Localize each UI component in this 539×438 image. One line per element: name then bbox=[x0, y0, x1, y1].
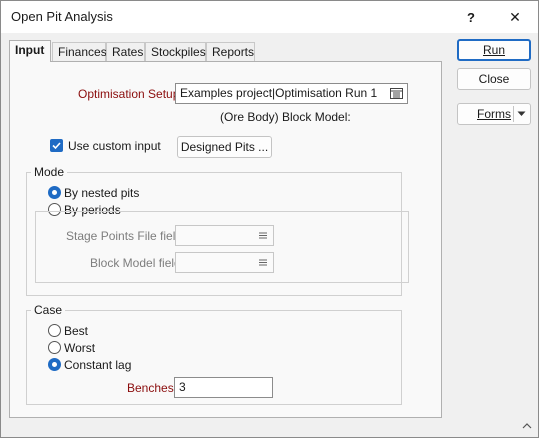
constant-lag-label: Constant lag bbox=[64, 358, 132, 372]
worst-label: Worst bbox=[64, 341, 96, 355]
case-group-title: Case bbox=[31, 303, 66, 317]
worst-radio[interactable] bbox=[48, 341, 61, 354]
window-title: Open Pit Analysis bbox=[11, 9, 113, 24]
input-tab-panel: Optimisation Setup Examples project|Opti… bbox=[9, 61, 442, 418]
tab-stockpiles[interactable]: Stockpiles bbox=[145, 42, 206, 61]
checkmark-icon bbox=[52, 142, 61, 150]
chevron-down-icon[interactable] bbox=[517, 111, 526, 117]
benches-label: Benches bbox=[127, 381, 174, 395]
help-icon: ? bbox=[467, 9, 475, 25]
by-nested-pits-label: By nested pits bbox=[64, 186, 140, 200]
case-group: Case Best Worst Constant lag Benches 3 bbox=[26, 303, 402, 405]
stage-points-label: Stage Points File field bbox=[66, 229, 183, 243]
title-bar: Open Pit Analysis ? ✕ bbox=[1, 1, 538, 33]
tab-input[interactable]: Input bbox=[9, 40, 51, 62]
mode-group-title: Mode bbox=[31, 165, 68, 179]
use-custom-input-label: Use custom input bbox=[68, 139, 161, 153]
stage-points-field[interactable] bbox=[175, 225, 274, 246]
use-custom-input-checkbox[interactable] bbox=[50, 139, 63, 152]
browse-list-icon[interactable] bbox=[390, 88, 403, 99]
optimisation-setup-field[interactable]: Examples project|Optimisation Run 1 bbox=[175, 83, 408, 104]
block-model-field-label: Block Model field bbox=[90, 256, 181, 270]
close-button[interactable]: Close bbox=[457, 68, 531, 90]
optimisation-setup-label: Optimisation Setup bbox=[78, 87, 180, 101]
best-label: Best bbox=[64, 324, 89, 338]
close-icon: ✕ bbox=[509, 8, 521, 25]
by-periods-subgroup: Stage Points File field Block Model fiel… bbox=[35, 211, 409, 283]
best-radio[interactable] bbox=[48, 324, 61, 337]
tab-finances[interactable]: Finances bbox=[52, 42, 107, 61]
forms-split-divider bbox=[513, 106, 514, 122]
by-nested-pits-radio[interactable] bbox=[48, 186, 61, 199]
run-button[interactable]: Run bbox=[457, 39, 531, 61]
block-model-field[interactable] bbox=[175, 252, 274, 273]
open-pit-analysis-dialog: Open Pit Analysis ? ✕ Input Finances Rat… bbox=[0, 0, 539, 438]
run-button-label: Run bbox=[482, 43, 505, 57]
help-button[interactable]: ? bbox=[448, 1, 494, 33]
chevron-up-icon[interactable] bbox=[520, 419, 534, 433]
list-icon bbox=[259, 259, 267, 266]
forms-button[interactable]: Forms bbox=[457, 103, 531, 125]
constant-lag-radio[interactable] bbox=[48, 358, 61, 371]
benches-input[interactable]: 3 bbox=[174, 377, 273, 398]
tab-rates[interactable]: Rates bbox=[106, 42, 145, 61]
close-window-button[interactable]: ✕ bbox=[492, 1, 538, 33]
close-button-label: Close bbox=[478, 72, 510, 86]
optimisation-setup-value: Examples project|Optimisation Run 1 bbox=[180, 86, 378, 100]
forms-button-label: Forms bbox=[477, 107, 511, 121]
designed-pits-button[interactable]: Designed Pits ... bbox=[177, 136, 272, 158]
list-icon bbox=[259, 232, 267, 239]
tab-reports[interactable]: Reports bbox=[206, 42, 255, 61]
mode-group: Mode By nested pits By periods Stage Poi… bbox=[26, 165, 409, 296]
benches-value: 3 bbox=[179, 380, 186, 394]
block-model-label: (Ore Body) Block Model: bbox=[220, 110, 351, 124]
